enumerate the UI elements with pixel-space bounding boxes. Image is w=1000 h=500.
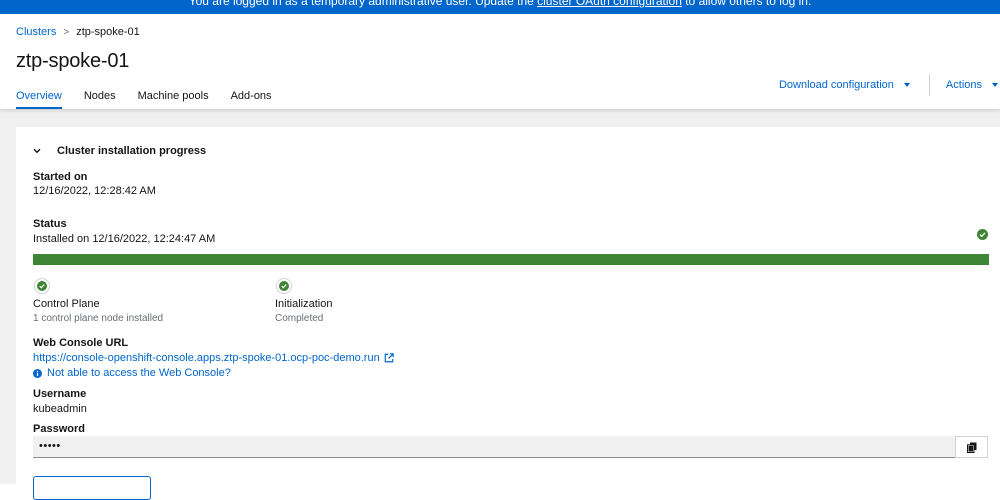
web-console-url-row: https://console-openshift-console.apps.z… — [33, 352, 394, 364]
cluster-tabs: Overview Nodes Machine pools Add-ons — [16, 90, 294, 109]
secondary-button[interactable] — [33, 476, 151, 500]
web-console-help-text: Not able to access the Web Console? — [47, 367, 231, 379]
installation-progress-bar — [33, 254, 989, 265]
caret-down-icon — [903, 83, 910, 87]
started-on-value: 12/16/2022, 12:28:42 AM — [33, 185, 156, 197]
status-label: Status — [33, 218, 67, 230]
check-circle-icon — [279, 281, 289, 291]
header-divider — [928, 74, 930, 96]
installation-progress-fill — [33, 254, 989, 265]
oauth-config-link[interactable]: cluster OAuth configuration — [537, 0, 682, 8]
header-actions: Download configuration Actions — [779, 74, 1000, 96]
overview-card: Cluster installation progress Started on… — [16, 127, 1000, 500]
initialization-status-icon — [276, 278, 292, 294]
username-label: Username — [33, 388, 87, 400]
check-circle-icon — [37, 281, 47, 291]
control-plane-title: Control Plane — [33, 298, 100, 310]
web-console-url-label: Web Console URL — [33, 337, 129, 349]
tab-overview[interactable]: Overview — [16, 90, 62, 109]
control-plane-status-icon — [34, 278, 50, 294]
page-header: Clusters > ztp-spoke-01 ztp-spoke-01 Downl… — [0, 14, 1000, 109]
breadcrumb-separator-icon: > — [63, 27, 70, 38]
external-link-icon[interactable] — [384, 353, 394, 363]
banner-suffix: to allow others to log in. — [681, 0, 812, 8]
copy-icon — [966, 442, 976, 453]
download-configuration-button[interactable]: Download configuration — [779, 79, 910, 91]
control-plane-detail: 1 control plane node installed — [33, 313, 164, 324]
tab-machine-pools[interactable]: Machine pools — [138, 90, 209, 108]
password-field[interactable]: ••••• — [33, 436, 955, 458]
chevron-down-icon — [33, 148, 41, 154]
tab-add-ons[interactable]: Add-ons — [231, 90, 272, 108]
web-console-url-link[interactable]: https://console-openshift-console.apps.z… — [33, 352, 380, 364]
breadcrumb-clusters-link[interactable]: Clusters — [16, 26, 56, 38]
tab-nodes[interactable]: Nodes — [84, 90, 116, 108]
page-title: ztp-spoke-01 — [16, 50, 130, 72]
breadcrumb-current: ztp-spoke-01 — [76, 26, 140, 38]
web-console-help-link[interactable]: Not able to access the Web Console? — [33, 367, 231, 379]
status-value: Installed on 12/16/2022, 12:24:47 AM — [33, 233, 216, 245]
info-circle-icon — [33, 368, 42, 378]
installation-progress-title: Cluster installation progress — [57, 145, 207, 157]
breadcrumb: Clusters > ztp-spoke-01 — [16, 26, 140, 38]
password-label: Password — [33, 423, 85, 435]
actions-label: Actions — [945, 79, 982, 91]
initialization-title: Initialization — [275, 298, 333, 310]
actions-dropdown-button[interactable]: Actions — [946, 79, 998, 91]
check-circle-icon — [977, 229, 988, 240]
initialization-detail: Completed — [275, 313, 324, 324]
copy-password-button[interactable] — [955, 436, 988, 458]
username-value: kubeadmin — [33, 403, 87, 415]
caret-down-icon — [992, 83, 998, 87]
started-on-label: Started on — [33, 171, 88, 183]
installation-progress-toggle[interactable]: Cluster installation progress — [33, 145, 206, 157]
download-configuration-label: Download configuration — [778, 79, 894, 91]
admin-banner: You are logged in as a temporary adminis… — [0, 0, 1000, 14]
banner-prefix: You are logged in as a temporary adminis… — [188, 0, 538, 8]
